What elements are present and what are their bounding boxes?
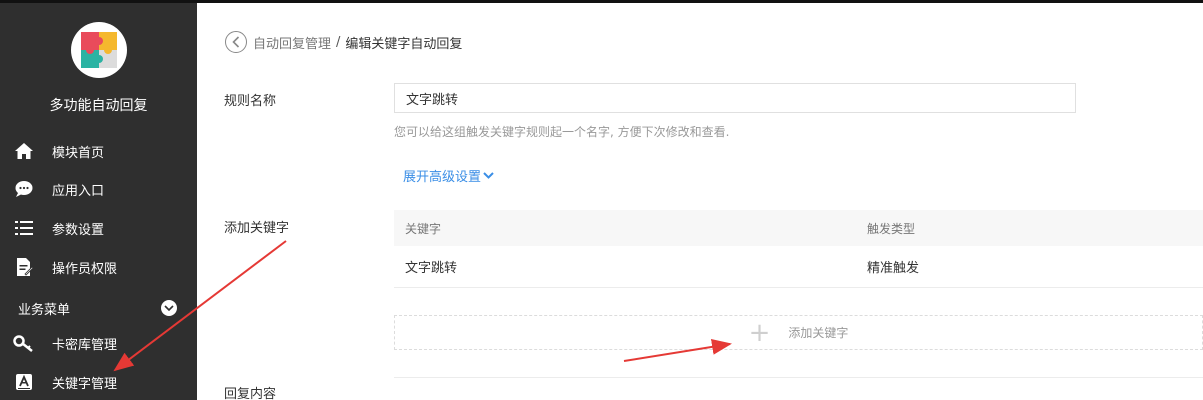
sidebar: 多功能自动回复 模块首页 应用入口 参数设置 操作员权限 业务菜单 卡密库管理 … xyxy=(0,3,197,400)
nav-item-keyword-manage[interactable]: 关键字管理 xyxy=(0,364,197,400)
plus-icon: + xyxy=(748,317,771,348)
chat-bubble-icon xyxy=(12,177,36,201)
section-label: 业务菜单 xyxy=(18,302,71,318)
nav-item-app-entry[interactable]: 应用入口 xyxy=(0,171,197,207)
nav-item-label: 卡密库管理 xyxy=(52,337,118,353)
chevron-down-icon[interactable] xyxy=(161,300,177,316)
keyword-icon xyxy=(12,370,36,394)
key-icon xyxy=(12,331,36,355)
list-settings-icon xyxy=(12,216,36,240)
expand-advanced-label: 展开高级设置 xyxy=(403,170,482,185)
back-arrow-icon[interactable] xyxy=(225,31,247,53)
divider xyxy=(394,377,1203,378)
trigger-type-cell: 精准触发 xyxy=(867,261,920,276)
nav-item-card-library[interactable]: 卡密库管理 xyxy=(0,325,197,361)
nav-item-home[interactable]: 模块首页 xyxy=(0,133,197,169)
breadcrumb-current: 编辑关键字自动回复 xyxy=(345,36,463,52)
rule-name-input[interactable] xyxy=(394,83,1076,113)
column-header-keyword: 关键字 xyxy=(405,221,442,236)
add-keyword-button-label: 添加关键字 xyxy=(788,326,849,340)
chevron-down-icon xyxy=(483,172,494,179)
breadcrumb-parent-link[interactable]: 自动回复管理 xyxy=(253,33,331,52)
section-business-menu[interactable]: 业务菜单 xyxy=(0,291,197,325)
document-edit-icon xyxy=(12,255,36,279)
keyword-table: 关键字 触发类型 文字跳转 精准触发 xyxy=(394,210,1203,288)
reply-content-label: 回复内容 xyxy=(224,387,277,400)
main-content: 自动回复管理 / 编辑关键字自动回复 规则名称 您可以给这组触发关键字规则起一个… xyxy=(197,3,1203,400)
expand-advanced-link[interactable]: 展开高级设置 xyxy=(403,166,494,185)
rule-name-hint: 您可以给这组触发关键字规则起一个名字, 方便下次修改和查看. xyxy=(394,125,730,139)
nav-item-label: 应用入口 xyxy=(52,183,105,199)
rule-name-label: 规则名称 xyxy=(224,94,277,109)
table-header: 关键字 触发类型 xyxy=(394,210,1203,246)
breadcrumb: 自动回复管理 / 编辑关键字自动回复 xyxy=(225,31,462,53)
keyword-cell: 文字跳转 xyxy=(405,261,458,276)
breadcrumb-separator: / xyxy=(336,34,341,50)
nav-item-label: 参数设置 xyxy=(52,222,105,238)
nav-item-operator-perms[interactable]: 操作员权限 xyxy=(0,249,197,285)
column-header-trigger-type: 触发类型 xyxy=(867,221,916,236)
nav-item-label: 模块首页 xyxy=(52,145,105,161)
add-keyword-button[interactable]: + 添加关键字 xyxy=(394,315,1203,350)
nav-item-label: 操作员权限 xyxy=(52,261,118,277)
add-keyword-label: 添加关键字 xyxy=(224,221,290,236)
nav-item-label: 关键字管理 xyxy=(52,376,118,392)
nav-item-params[interactable]: 参数设置 xyxy=(0,210,197,246)
app-name: 多功能自动回复 xyxy=(49,98,148,114)
home-icon xyxy=(12,139,36,163)
app-logo xyxy=(71,22,127,78)
table-row[interactable]: 文字跳转 精准触发 xyxy=(394,246,1203,288)
